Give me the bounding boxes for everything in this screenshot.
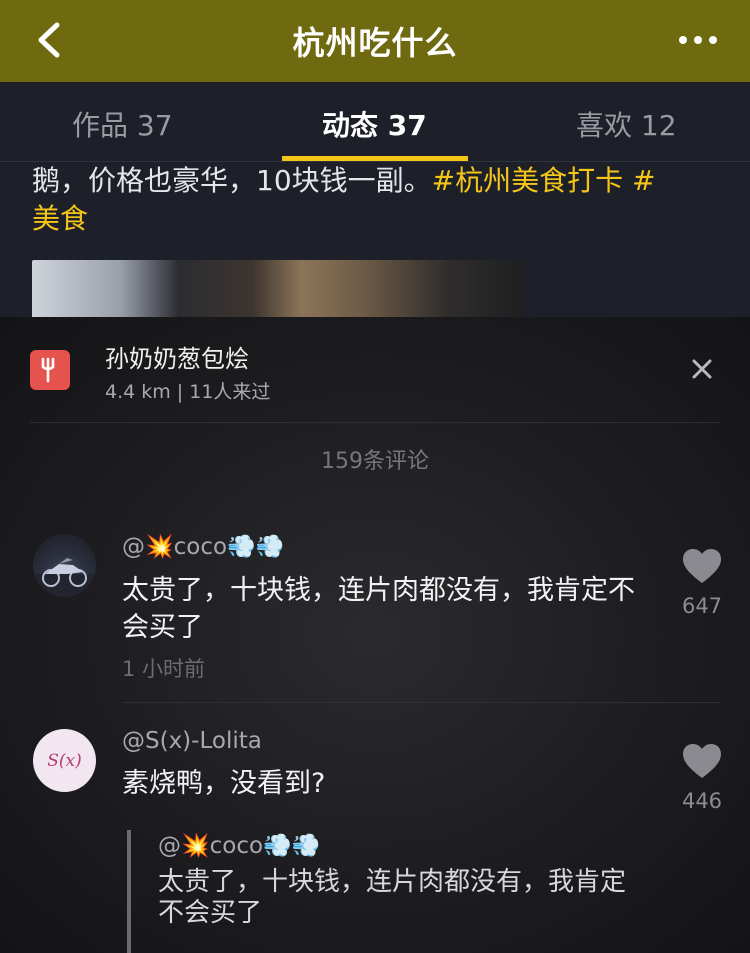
top-bar: 杭州吃什么 xyxy=(0,0,750,82)
comment-username[interactable]: @S(x)-Lolita xyxy=(122,728,262,754)
hashtag-link[interactable]: 美食 xyxy=(32,202,88,235)
like-count: 446 xyxy=(681,789,723,813)
close-icon xyxy=(692,359,712,379)
tab-works[interactable]: 作品 37 xyxy=(72,104,173,144)
comments-count: 159条评论 xyxy=(321,449,429,474)
comment-text: 素烧鸭，没看到? xyxy=(122,768,326,799)
divider xyxy=(122,702,720,703)
comment-username[interactable]: @💥coco💨💨 xyxy=(122,533,284,560)
divider xyxy=(30,422,720,423)
close-button[interactable] xyxy=(686,353,718,385)
like-button[interactable]: 446 xyxy=(676,743,728,813)
tab-likes[interactable]: 喜欢 12 xyxy=(576,104,677,144)
comment-sheet: 孙奶奶葱包烩 4.4 km | 11人来过 159条评论 @💥coco💨💨 太贵… xyxy=(0,317,750,953)
active-tab-indicator xyxy=(282,156,468,161)
comment-time: 1 小时前 xyxy=(122,657,206,681)
heart-icon xyxy=(683,549,721,583)
quote-text: 太贵了，十块钱，连片肉都没有，我肯定不会买了 xyxy=(158,867,627,928)
heart-icon xyxy=(683,744,721,778)
post-content: 鹅，价格也豪华，10块钱一副。#杭州美食打卡 # 美食 xyxy=(0,162,750,317)
more-button[interactable] xyxy=(668,20,728,60)
more-dots-icon xyxy=(679,36,687,44)
tab-moments[interactable]: 动态 37 xyxy=(322,104,427,144)
quoted-reply[interactable]: @💥coco💨💨 太贵了，十块钱，连片肉都没有，我肯定不会买了 xyxy=(127,830,657,953)
poi-card[interactable]: 孙奶奶葱包烩 4.4 km | 11人来过 xyxy=(0,317,750,422)
quote-username[interactable]: @💥coco💨💨 xyxy=(158,832,657,859)
poi-meta: 4.4 km | 11人来过 xyxy=(105,381,271,403)
post-image[interactable] xyxy=(32,260,522,317)
hashtag-link[interactable]: #杭州美食打卡 # xyxy=(432,164,656,197)
like-count: 647 xyxy=(681,594,723,618)
post-text: 鹅，价格也豪华，10块钱一副。#杭州美食打卡 # 美食 xyxy=(32,164,656,235)
comment-text: 太贵了，十块钱，连片肉都没有，我肯定不会买了 xyxy=(122,575,635,643)
profile-tabs: 作品 37 动态 37 喜欢 12 xyxy=(0,82,750,162)
page-title: 杭州吃什么 xyxy=(292,24,458,62)
avatar[interactable] xyxy=(33,534,96,597)
avatar[interactable]: S(x) xyxy=(33,729,96,792)
fork-icon xyxy=(30,350,70,390)
poi-name: 孙奶奶葱包烩 xyxy=(105,345,249,373)
like-button[interactable]: 647 xyxy=(676,548,728,618)
